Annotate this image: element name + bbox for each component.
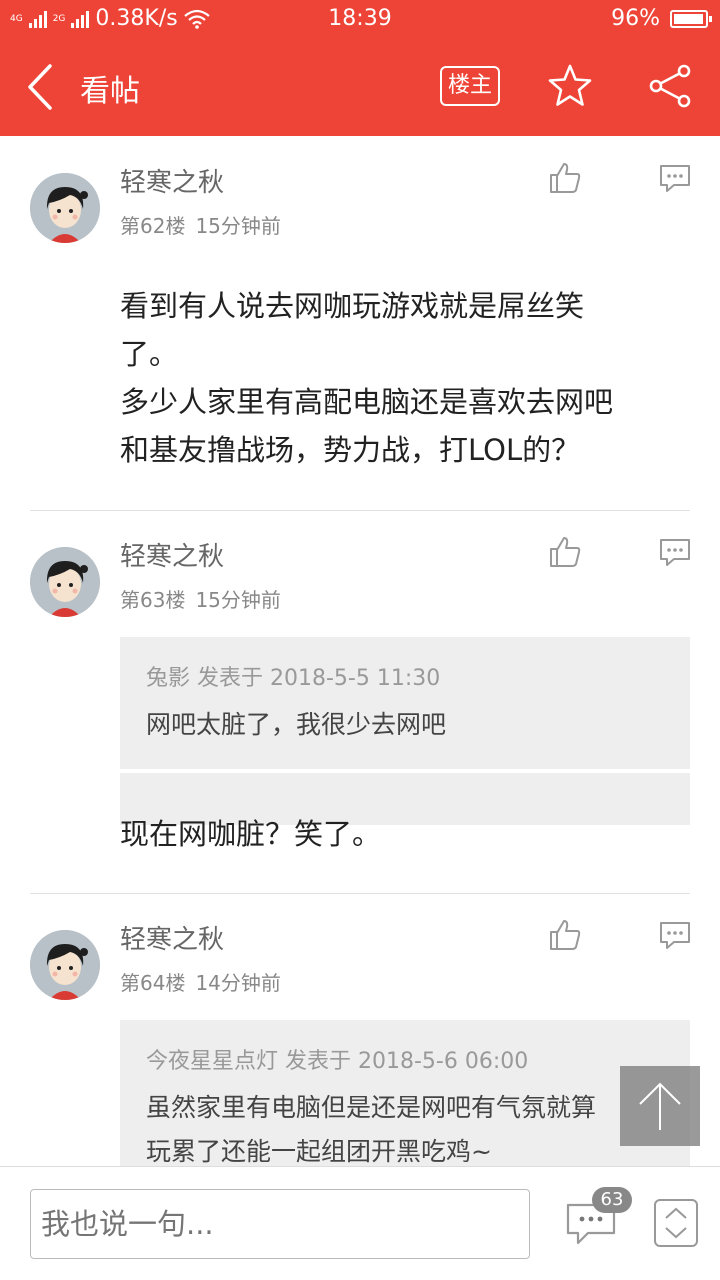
page-title: 看帖 — [80, 74, 140, 109]
username[interactable]: 轻寒之秋 — [120, 919, 224, 956]
avatar[interactable] — [30, 930, 100, 1000]
post-time: 15分钟前 — [195, 588, 281, 612]
battery-indicator: 96% — [611, 6, 712, 31]
reply-input[interactable] — [30, 1189, 530, 1259]
thumbs-up-icon[interactable] — [548, 161, 582, 195]
scroll-top-button[interactable] — [620, 1066, 700, 1146]
floor-number: 第63楼 — [120, 588, 186, 612]
comment-icon[interactable] — [658, 538, 692, 568]
up-down-icon[interactable] — [654, 1199, 698, 1247]
avatar[interactable] — [30, 547, 100, 617]
post-meta: 第64楼 14分钟前 — [120, 967, 281, 996]
scroll-top-icon — [639, 1082, 681, 1130]
top-bar: 4G 2G 0.38K/s 18:39 96% 看帖 楼主 — [0, 0, 720, 136]
thumbs-up-icon[interactable] — [548, 918, 582, 952]
thumbs-up-icon[interactable] — [548, 535, 582, 569]
post-time: 15分钟前 — [195, 214, 281, 238]
battery-percent: 96% — [611, 6, 660, 31]
quote-text: 网吧太脏了，我很少去网吧 — [146, 710, 447, 739]
post-text-line: 和基友撸战场，势力战，打LOL的？ — [120, 433, 581, 467]
nav-bar: 看帖 楼主 — [0, 40, 720, 136]
quote-text: 虽然家里有电脑但是还是网吧有气氛就算 玩累了还能一起组团开黑吃鸡~ — [146, 1086, 664, 1166]
post-meta: 第63楼 15分钟前 — [120, 584, 281, 613]
post-time: 14分钟前 — [195, 971, 281, 995]
quote-text-line: 虽然家里有电脑但是还是网吧有气氛就算 — [146, 1093, 597, 1122]
post-text-line: 多少人家里有高配电脑还是喜欢去网吧 — [120, 385, 614, 419]
post-content: 看到有人说去网咖玩游戏就是屌丝笑 了。 多少人家里有高配电脑还是喜欢去网吧 和基… — [120, 282, 680, 474]
share-icon[interactable] — [646, 62, 694, 110]
quote-header: 兔影 发表于 2018-5-5 11:30 — [146, 666, 441, 691]
battery-icon — [670, 9, 712, 28]
post-meta: 第62楼 15分钟前 — [120, 210, 281, 239]
post-text-line: 现在网咖脏？笑了。 — [120, 817, 382, 851]
comment-icon[interactable] — [658, 164, 692, 194]
status-bar: 4G 2G 0.38K/s 18:39 96% — [0, 0, 720, 40]
quote-text-line: 玩累了还能一起组团开黑吃鸡~ — [146, 1137, 492, 1166]
username[interactable]: 轻寒之秋 — [120, 536, 224, 573]
username[interactable]: 轻寒之秋 — [120, 162, 224, 199]
only-owner-button[interactable]: 楼主 — [440, 66, 500, 106]
back-icon[interactable] — [22, 62, 62, 112]
avatar[interactable] — [30, 173, 100, 243]
post-text-line: 看到有人说去网咖玩游戏就是屌丝笑 — [120, 289, 585, 323]
post-item: 轻寒之秋 第62楼 15分钟前 看到有人说去网咖玩游戏就是屌丝笑 了。 多少人家里… — [0, 136, 720, 511]
comment-icon[interactable] — [658, 921, 692, 951]
star-icon[interactable] — [546, 62, 594, 110]
bottom-bar: 63 — [0, 1166, 720, 1280]
quoted-reply: 今夜星星点灯 发表于 2018-5-6 06:00 虽然家里有电脑但是还是网吧有… — [120, 1020, 690, 1166]
quoted-reply: 兔影 发表于 2018-5-5 11:30 网吧太脏了，我很少去网吧 — [120, 637, 690, 769]
floor-number: 第62楼 — [120, 214, 186, 238]
comment-count-badge: 63 — [592, 1187, 632, 1213]
floor-number: 第64楼 — [120, 971, 186, 995]
quote-header: 今夜星星点灯 发表于 2018-5-6 06:00 — [146, 1049, 529, 1074]
post-content: 现在网咖脏？笑了。 — [120, 810, 680, 858]
post-text-line: 了。 — [120, 337, 179, 371]
